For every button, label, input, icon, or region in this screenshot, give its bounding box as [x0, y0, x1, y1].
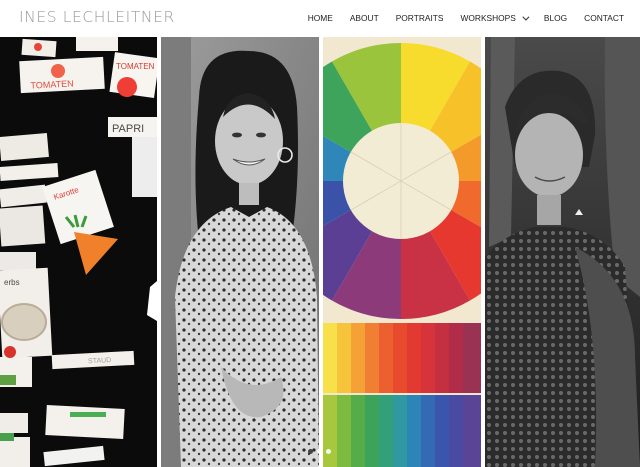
nav-portraits[interactable]: PORTRAITS	[396, 13, 444, 23]
chevron-down-icon	[522, 13, 530, 21]
label-paprika: PAPRI	[112, 123, 144, 135]
nav-contact[interactable]: CONTACT	[584, 13, 624, 23]
label-stauden: STAUD	[88, 357, 112, 365]
label-tomaten-2: TOMATEN	[116, 62, 155, 71]
nav-about[interactable]: ABOUT	[350, 13, 379, 23]
main-nav: HOME ABOUT PORTRAITS WORKSHOPS BLOG CONT…	[291, 13, 624, 23]
gallery-image-portrait-woman-1[interactable]	[161, 37, 319, 467]
label-erbsen: erbs	[4, 278, 20, 287]
image-gallery: TOMATEN TOMATEN PAPRI Karotte erbs STAUD	[0, 37, 640, 467]
nav-home[interactable]: HOME	[308, 13, 333, 23]
slider-dot-1[interactable]	[308, 449, 313, 454]
slider-dot-2[interactable]	[317, 449, 322, 454]
site-header: INES LECHLEITNER HOME ABOUT PORTRAITS WO…	[0, 0, 640, 37]
slider-dots	[308, 449, 331, 454]
site-logo[interactable]: INES LECHLEITNER	[19, 8, 175, 26]
gallery-image-portrait-woman-2[interactable]	[485, 37, 640, 467]
nav-workshops-label: WORKSHOPS	[460, 13, 516, 23]
nav-blog[interactable]: BLOG	[544, 13, 567, 23]
nav-workshops[interactable]: WORKSHOPS	[460, 13, 530, 23]
slider-dot-3[interactable]	[326, 449, 331, 454]
gallery-image-workshop-labels[interactable]: TOMATEN TOMATEN PAPRI Karotte erbs STAUD	[0, 37, 157, 467]
gallery-image-color-wheel[interactable]	[323, 37, 481, 467]
